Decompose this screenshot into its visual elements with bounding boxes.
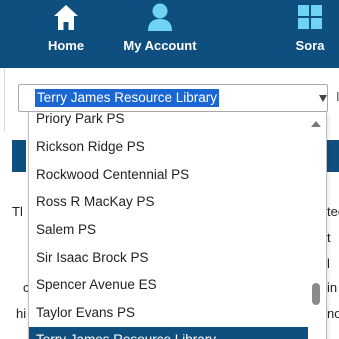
bg-text-right-5: nc <box>327 306 339 321</box>
dropdown-option-selected[interactable]: Terry James Resource Library <box>29 327 308 339</box>
top-navigation-bar: Home My Account Sora <box>0 0 339 68</box>
nav-sora-label: Sora <box>295 38 325 53</box>
dropdown-option[interactable]: Rickson Ridge PS <box>29 134 309 160</box>
grid-icon <box>298 5 322 29</box>
section-header-band-right <box>325 140 339 172</box>
bg-text-right-3: l <box>327 256 330 271</box>
chevron-down-icon[interactable] <box>319 95 327 102</box>
home-icon <box>54 5 78 30</box>
nav-home-button[interactable]: Home <box>28 0 104 68</box>
nav-sora-button[interactable]: Sora <box>282 0 338 68</box>
nav-my-account-button[interactable]: My Account <box>112 0 208 68</box>
bg-text-right-2: t <box>327 230 331 245</box>
dropdown-option[interactable]: Rockwood Centennial PS <box>29 162 309 188</box>
library-select-value: Terry James Resource Library <box>35 89 220 107</box>
dropdown-scrollbar-thumb[interactable] <box>312 283 320 305</box>
user-icon <box>148 3 172 31</box>
bg-text-right-1: ted <box>327 204 339 219</box>
dropdown-option[interactable]: Taylor Evans PS <box>29 300 309 326</box>
bg-text-right-4: in <box>327 280 338 295</box>
bg-text-left-3: hi <box>16 306 27 321</box>
dropdown-option[interactable]: Priory Park PS <box>29 112 309 132</box>
section-header-band <box>12 140 26 172</box>
library-dropdown-list[interactable]: Priory Park PS Rickson Ridge PS Rockwood… <box>28 112 327 339</box>
dropdown-option[interactable]: Spencer Avenue ES <box>29 272 309 298</box>
dropdown-option[interactable]: Salem PS <box>29 217 309 243</box>
bg-text-left-1: Tl <box>12 204 23 219</box>
nav-home-label: Home <box>47 38 85 53</box>
nav-my-account-label: My Account <box>123 38 197 53</box>
dropdown-option[interactable]: Ross R MacKay PS <box>29 189 309 215</box>
scroll-up-arrow-icon[interactable] <box>311 121 321 127</box>
dropdown-option[interactable]: Sir Isaac Brock PS <box>29 245 309 271</box>
library-select[interactable]: Terry James Resource Library <box>18 84 328 112</box>
